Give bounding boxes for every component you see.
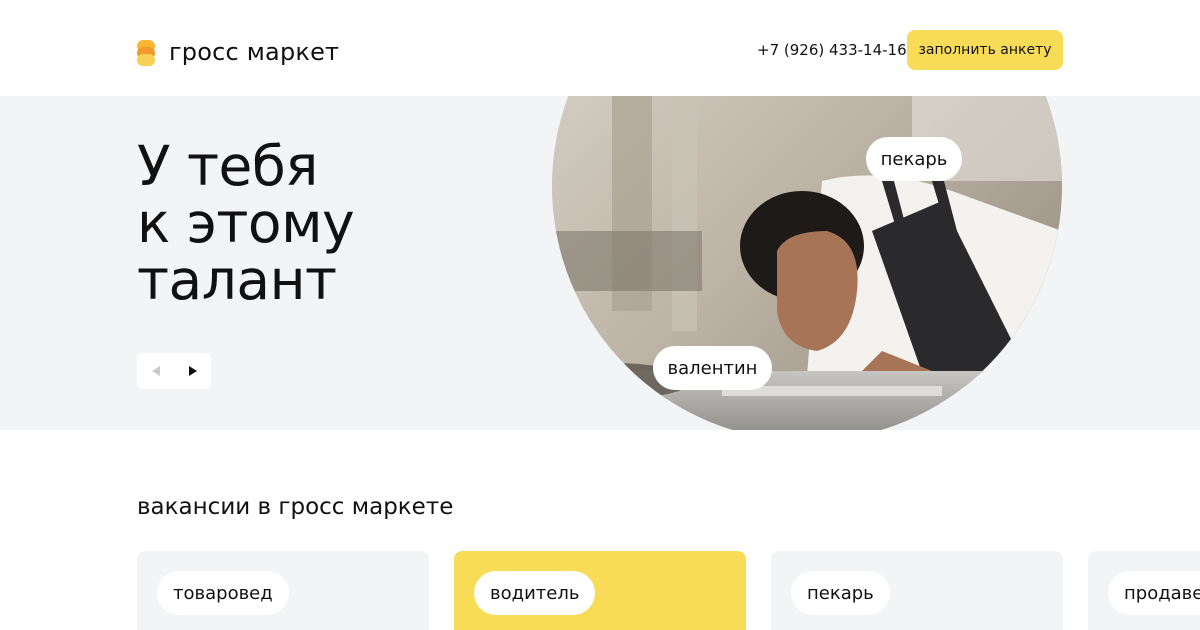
logo[interactable]: гросс маркет — [137, 38, 339, 66]
vacancy-cards: товаровед водитель пекарь продавец — [137, 551, 1200, 630]
vacancy-card-pekar[interactable]: пекарь — [771, 551, 1063, 630]
vacancy-label: продавец — [1108, 571, 1200, 615]
vacancy-label: водитель — [474, 571, 596, 615]
hero-photo — [552, 96, 1062, 430]
vacancy-card-prodavec[interactable]: продавец — [1088, 551, 1200, 630]
vacancy-card-voditel[interactable]: водитель — [454, 551, 746, 630]
slider-prev-button[interactable] — [137, 353, 174, 389]
page: гросс маркет +7 (926) 433-14-16 заполнит… — [0, 0, 1200, 630]
hero-banner: У тебя к этому талант пекарь валентин — [0, 96, 1200, 430]
hero-role-tag: пекарь — [866, 137, 962, 181]
logo-icon — [137, 38, 155, 66]
arrow-right-icon — [188, 366, 197, 376]
vacancies-title: вакансии в гросс маркете — [137, 494, 454, 520]
site-header: гросс маркет +7 (926) 433-14-16 заполнит… — [0, 0, 1200, 96]
arrow-left-icon — [151, 366, 160, 376]
fill-form-button[interactable]: заполнить анкету — [907, 30, 1063, 70]
hero-name-tag: валентин — [653, 346, 772, 390]
slider-controls — [137, 353, 211, 389]
vacancy-card-tovaroved[interactable]: товаровед — [137, 551, 429, 630]
vacancy-label: пекарь — [791, 571, 890, 615]
hero-title: У тебя к этому талант — [137, 134, 355, 312]
phone-link[interactable]: +7 (926) 433-14-16 — [757, 41, 907, 59]
logo-text: гросс маркет — [169, 38, 340, 66]
slider-next-button[interactable] — [174, 353, 211, 389]
vacancy-label: товаровед — [157, 571, 289, 615]
chef-photo-illustration — [552, 96, 1062, 430]
